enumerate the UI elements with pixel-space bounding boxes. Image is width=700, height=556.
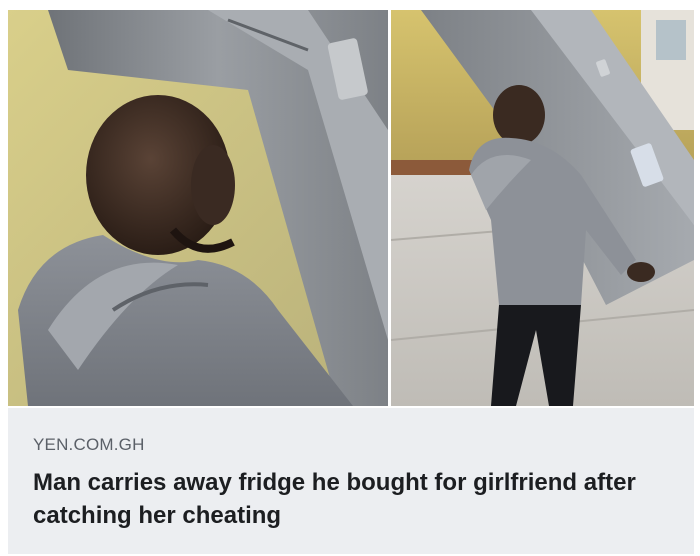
headline[interactable]: Man carries away fridge he bought for gi… (33, 466, 683, 532)
photo-closeup[interactable] (8, 10, 388, 406)
photo-wide[interactable] (391, 10, 694, 406)
wide-image (391, 10, 694, 406)
link-footer[interactable]: YEN.COM.GH Man carries away fridge he bo… (8, 408, 694, 554)
closeup-image (8, 10, 388, 406)
link-preview-card[interactable]: YEN.COM.GH Man carries away fridge he bo… (0, 0, 700, 556)
preview-images[interactable] (8, 10, 694, 406)
source-domain: YEN.COM.GH (33, 435, 145, 454)
